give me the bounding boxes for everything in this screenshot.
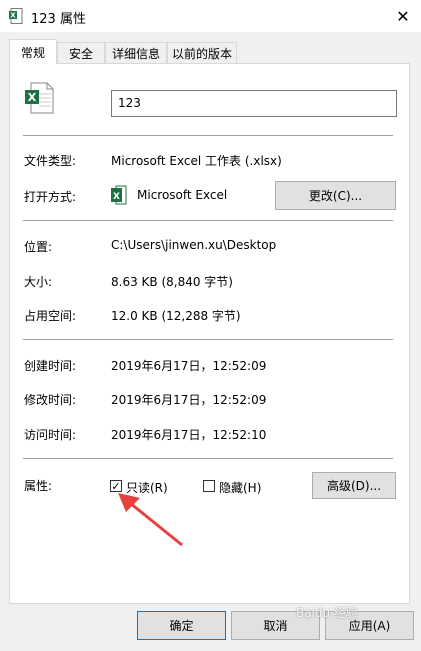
svg-text:X: X [10, 12, 16, 20]
watermark: Baidu 经验 [296, 606, 358, 620]
close-button[interactable]: ✕ [389, 3, 417, 29]
svg-text:X: X [113, 192, 120, 202]
accessed-label: 访问时间: [24, 428, 77, 442]
hidden-label[interactable]: 隐藏(H) [219, 479, 261, 496]
opens-with-value: Microsoft Excel [137, 188, 228, 202]
separator [23, 135, 393, 136]
advanced-button[interactable]: 高级(D)... [312, 472, 396, 499]
tab-previous-versions[interactable]: 以前的版本 [167, 42, 237, 63]
excel-file-icon-large: X [25, 82, 54, 114]
file-type-value: Microsoft Excel 工作表 (.xlsx) [111, 154, 282, 168]
separator [23, 458, 393, 459]
accessed-value: 2019年6月17日，12:52:10 [111, 428, 267, 442]
modified-value: 2019年6月17日，12:52:09 [111, 393, 267, 407]
location-value: C:\Users\jinwen.xu\Desktop [111, 238, 277, 252]
size-label: 大小: [24, 275, 53, 289]
ok-button[interactable]: 确定 [137, 611, 226, 640]
file-name-input[interactable]: 123 [111, 90, 397, 117]
created-value: 2019年6月17日，12:52:09 [111, 359, 267, 373]
general-panel [9, 63, 410, 604]
change-button[interactable]: 更改(C)... [275, 181, 396, 210]
opens-with-label: 打开方式: [24, 190, 77, 204]
separator [23, 220, 393, 221]
size-on-disk-label: 占用空间: [24, 309, 77, 323]
window-title: 123 属性 [31, 12, 86, 27]
excel-app-icon: X [111, 185, 127, 205]
hidden-checkbox[interactable] [203, 480, 215, 492]
location-label: 位置: [24, 240, 53, 254]
tab-general[interactable]: 常规 [9, 39, 57, 64]
separator [23, 339, 393, 340]
attributes-label: 属性: [24, 479, 53, 493]
annotation-arrow-icon [118, 493, 183, 547]
created-label: 创建时间: [24, 359, 77, 373]
file-type-label: 文件类型: [24, 154, 77, 168]
tab-details[interactable]: 详细信息 [105, 42, 167, 63]
modified-label: 修改时间: [24, 393, 77, 407]
close-icon: ✕ [396, 6, 410, 26]
excel-file-icon: X [9, 8, 23, 24]
tab-security[interactable]: 安全 [57, 42, 105, 63]
size-on-disk-value: 12.0 KB (12,288 字节) [111, 309, 241, 323]
svg-text:X: X [28, 91, 37, 104]
size-value: 8.63 KB (8,840 字节) [111, 275, 233, 289]
